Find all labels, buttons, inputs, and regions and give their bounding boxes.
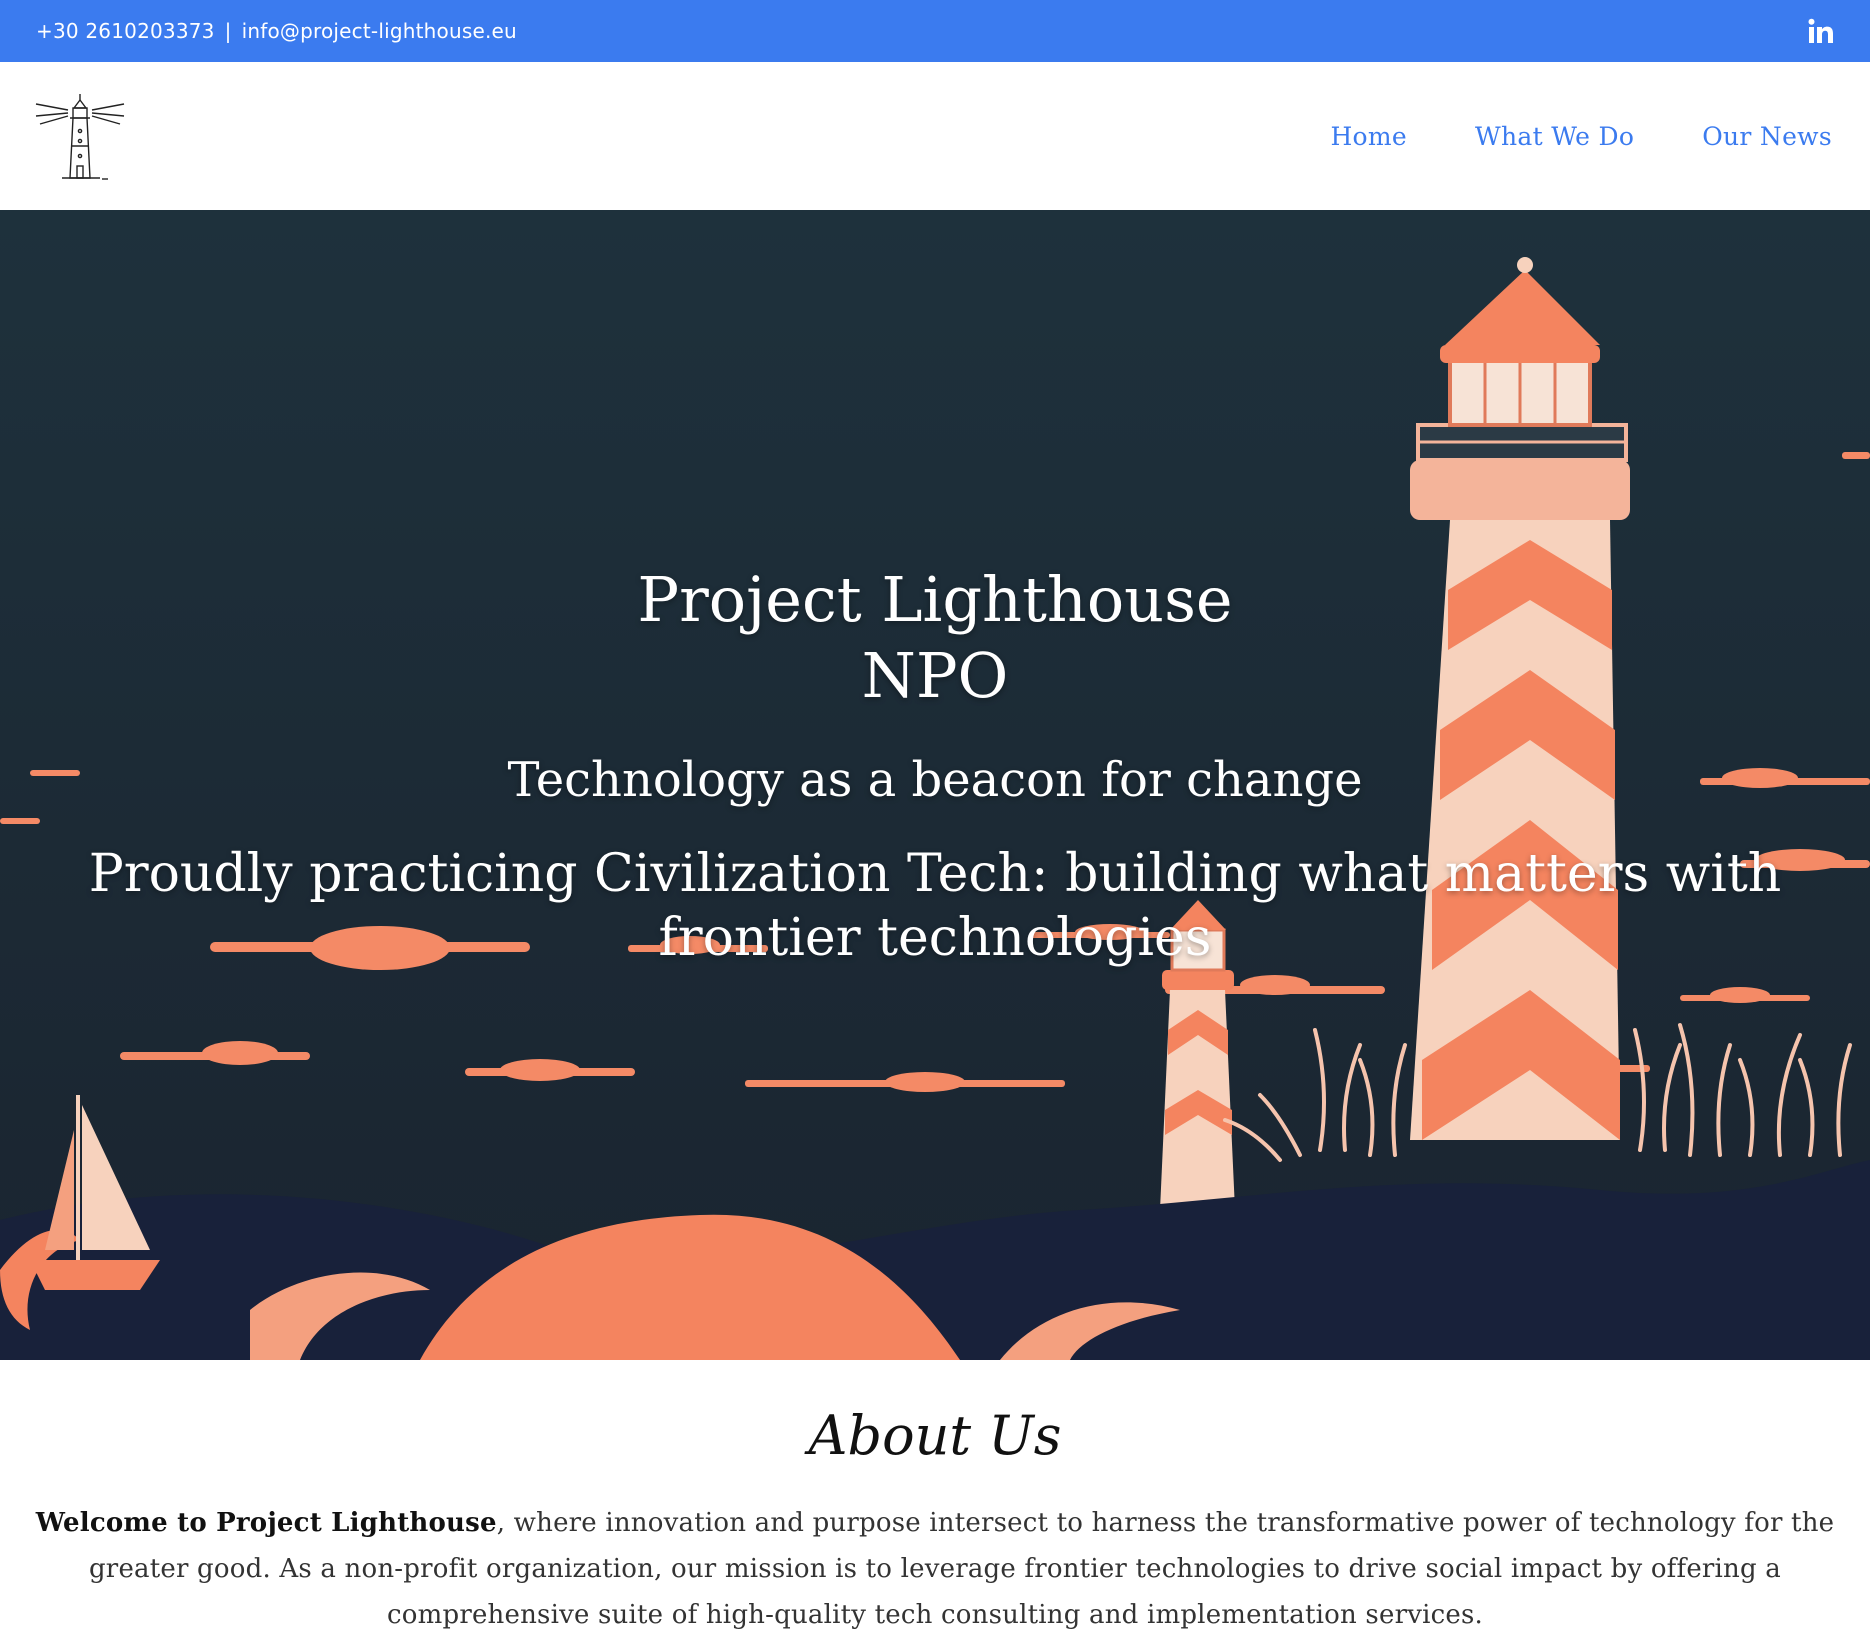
main-nav: Home What We Do Our News: [1330, 122, 1832, 151]
about-heading: About Us: [808, 1404, 1062, 1467]
hero-banner: Project Lighthouse NPO Technology as a b…: [0, 210, 1870, 1360]
contact-separator: |: [224, 19, 232, 43]
about-section: About Us Welcome to Project Lighthouse, …: [0, 1360, 1870, 1636]
about-intro-bold: Welcome to Project Lighthouse: [35, 1508, 497, 1538]
top-bar: +30 2610203373 | info@project-lighthouse…: [0, 0, 1870, 62]
hero-title-line1: Project Lighthouse: [637, 563, 1233, 636]
nav-what-we-do[interactable]: What We Do: [1475, 122, 1634, 151]
hero-tagline: Technology as a beacon for change: [507, 752, 1363, 808]
about-paragraph: Welcome to Project Lighthouse, where inn…: [30, 1500, 1840, 1638]
hero-title: Project Lighthouse NPO: [0, 562, 1870, 714]
nav-home[interactable]: Home: [1330, 122, 1407, 151]
linkedin-icon[interactable]: [1806, 16, 1836, 46]
site-header: Home What We Do Our News: [0, 62, 1870, 210]
hero-title-line2: NPO: [861, 639, 1009, 712]
nav-our-news[interactable]: Our News: [1702, 122, 1832, 151]
hero-subtitle: Proudly practicing Civilization Tech: bu…: [88, 844, 1782, 968]
sailboat: [30, 1095, 160, 1290]
lighthouse-logo-icon[interactable]: [30, 86, 130, 186]
contact-info: +30 2610203373 | info@project-lighthouse…: [36, 19, 517, 43]
phone-number[interactable]: +30 2610203373: [36, 19, 215, 43]
email-link[interactable]: info@project-lighthouse.eu: [242, 19, 517, 43]
